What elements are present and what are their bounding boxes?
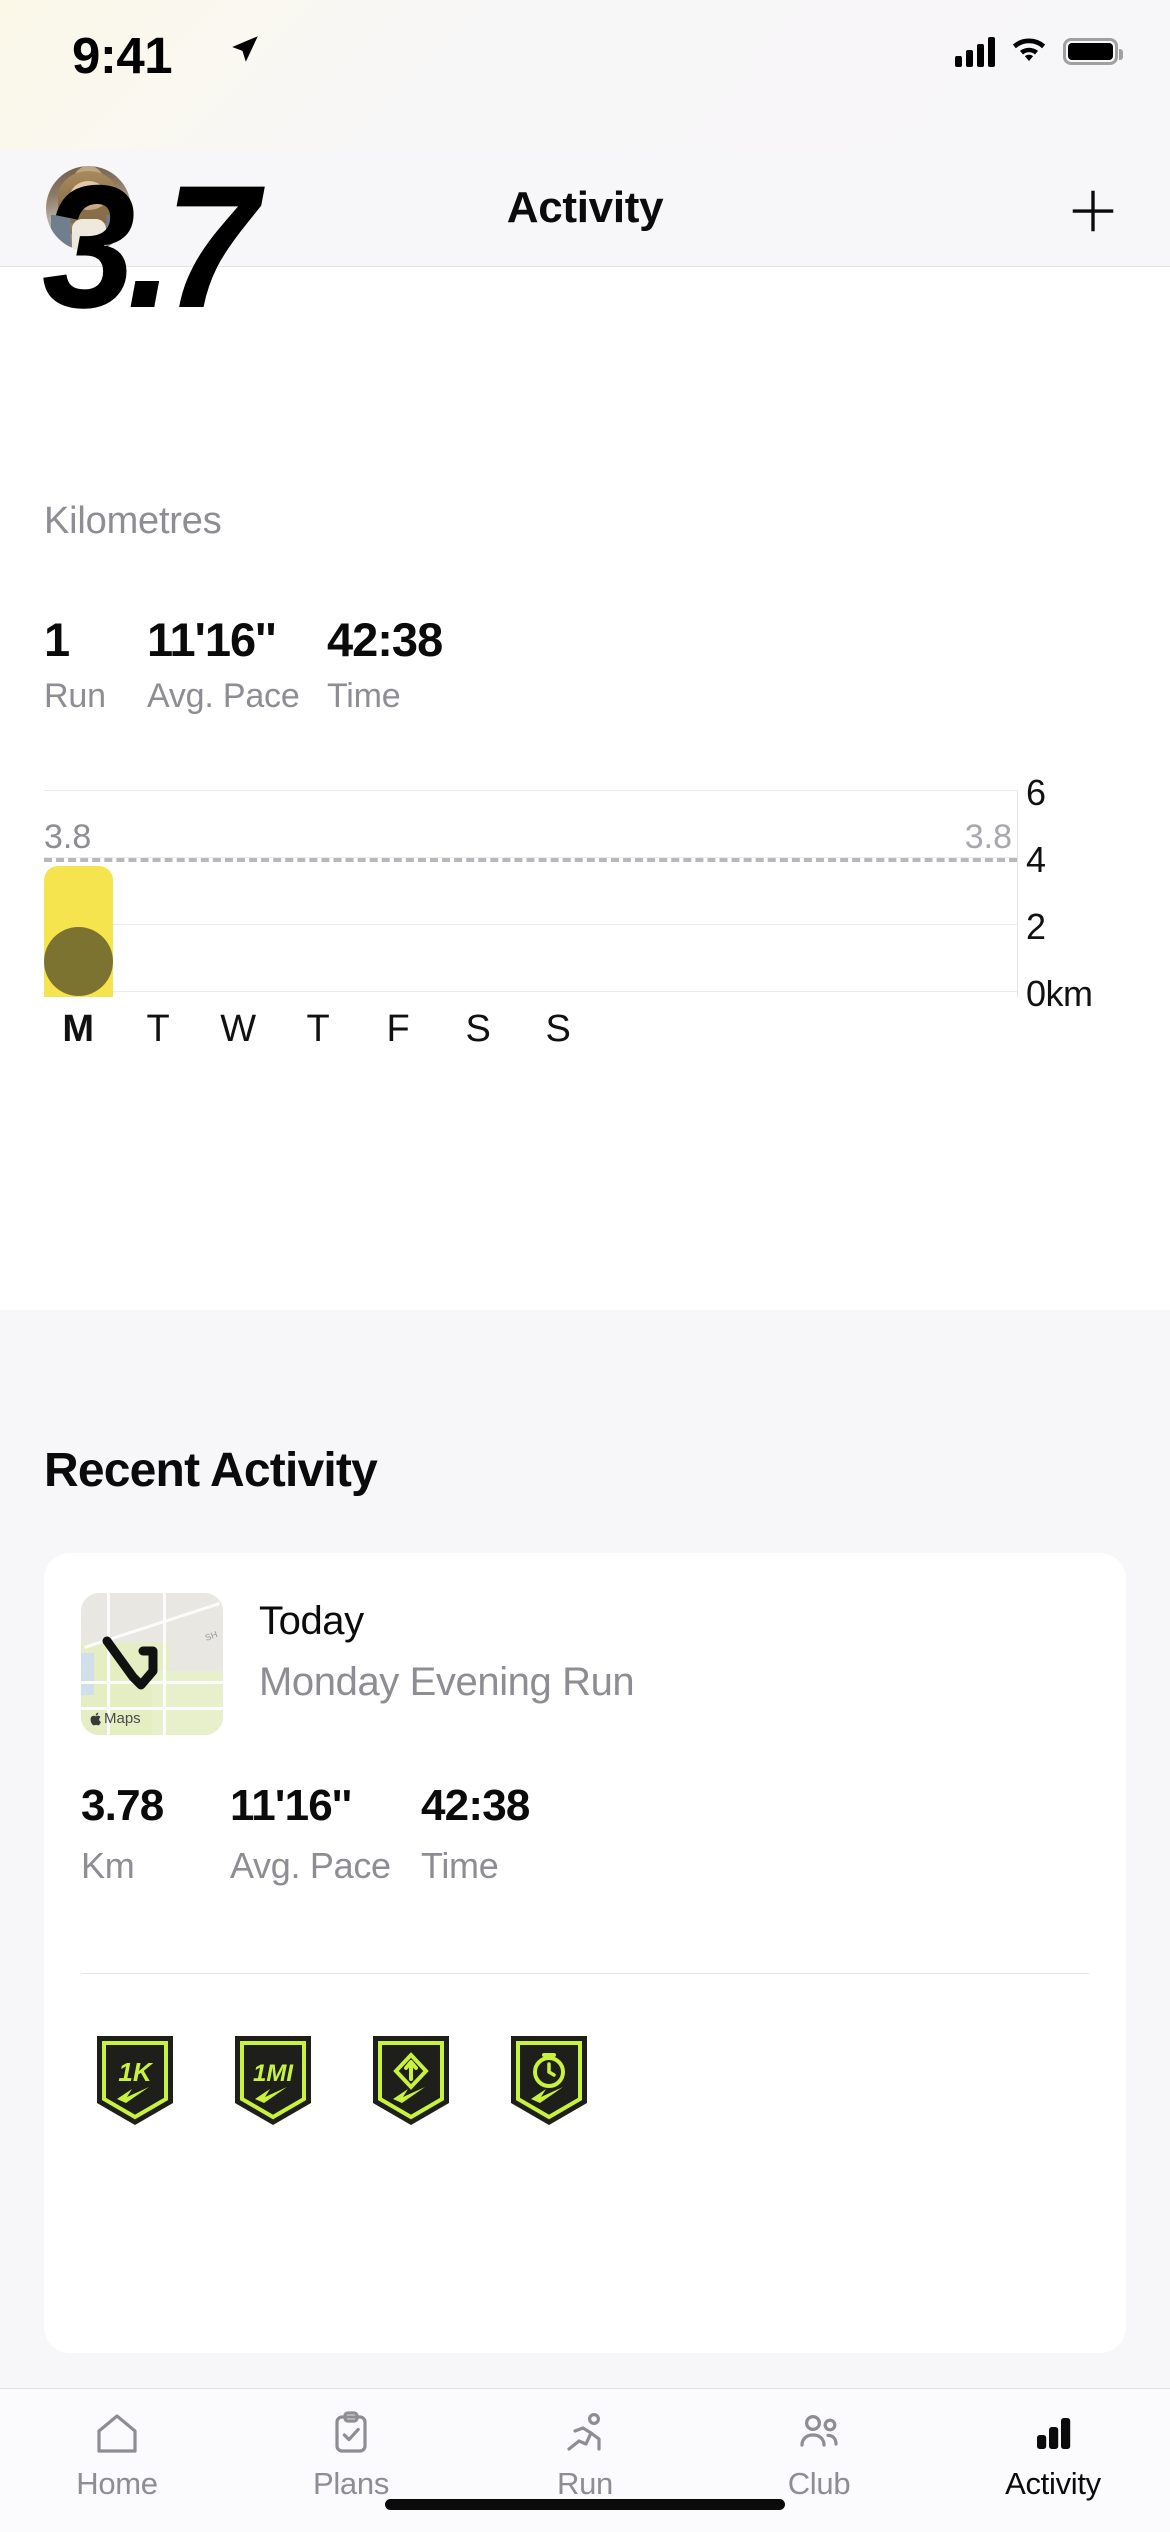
summary-stat-value: 42:38	[327, 613, 443, 666]
people-icon	[800, 2414, 838, 2447]
chart-x-label-fri[interactable]: F	[358, 1008, 438, 1051]
activity-stat-time: 42:38 Time	[421, 1781, 621, 1887]
bar-chart-icon	[1037, 2418, 1071, 2449]
tab-label: Activity	[1005, 2466, 1101, 2501]
activity-stat-pace: 11'16'' Avg. Pace	[230, 1781, 421, 1887]
tab-plans[interactable]: Plans	[234, 2409, 468, 2502]
summary-stat-label: Run	[44, 677, 106, 716]
chart-y-tick: 2	[1026, 906, 1046, 947]
chart-x-label-sat[interactable]: S	[438, 1008, 518, 1051]
activity-stat-value: 3.78	[81, 1781, 164, 1830]
badge-fastest-distance[interactable]	[370, 2033, 452, 2128]
battery-full-icon	[1063, 38, 1123, 65]
chart-average-label-right: 3.8	[964, 818, 1012, 856]
clipboard-check-icon	[335, 2411, 367, 2453]
badge-label: 1MI	[253, 2060, 294, 2087]
section-title: Recent Activity	[44, 1444, 378, 1497]
status-bar-time: 9:41	[72, 27, 173, 84]
cellular-bars-icon	[955, 36, 995, 67]
activity-card-date: Today	[259, 1599, 364, 1643]
gridline	[44, 790, 1017, 791]
summary-stat-value: 11'16''	[147, 613, 277, 666]
summary-stat-label: Avg. Pace	[147, 677, 300, 716]
achievement-badges: 1K 1MI	[94, 2033, 590, 2128]
activity-stat-value: 42:38	[421, 1781, 530, 1830]
summary-stats: 1 Run 11'16'' Avg. Pace 42:38 Time	[44, 615, 527, 716]
summary-stat-pace: 11'16'' Avg. Pace	[147, 615, 327, 716]
tab-label: Home	[76, 2466, 158, 2501]
tab-activity[interactable]: Activity	[936, 2409, 1170, 2502]
activity-stat-label: Km	[81, 1845, 135, 1886]
recent-activity-section: Recent Activity SH Maps Today Monday Eve…	[0, 1310, 1170, 2390]
card-divider	[81, 1973, 1089, 1974]
badge-1mi[interactable]: 1MI	[232, 2033, 314, 2128]
chart-y-tick: 4	[1026, 839, 1046, 880]
tab-bar: Home Plans Run Club Activity	[0, 2388, 1170, 2532]
activity-card[interactable]: SH Maps Today Monday Evening Run 3.78 Km…	[44, 1553, 1126, 2353]
runner-icon	[567, 2412, 601, 2451]
maps-watermark-label: Maps	[104, 1710, 141, 1727]
chart-x-label-sun[interactable]: S	[518, 1008, 598, 1051]
badge-1k[interactable]: 1K	[94, 2033, 176, 2128]
chart-x-label-mon[interactable]: M	[38, 1008, 118, 1051]
chart-average-line	[44, 858, 1017, 862]
tab-home[interactable]: Home	[0, 2409, 234, 2502]
chart-average-label-left: 3.8	[44, 818, 92, 856]
gridline	[44, 991, 1017, 992]
chart-plot-area	[44, 790, 1017, 1010]
summary-stat-run: 1 Run	[44, 615, 147, 716]
wifi-icon	[1010, 34, 1048, 69]
gridline	[44, 924, 1017, 925]
total-distance-unit: Kilometres	[44, 500, 222, 542]
app-screen: 9:41 Activity 3.7 Kilometres 1 Run 11'16…	[0, 0, 1170, 2532]
tab-run[interactable]: Run	[468, 2409, 702, 2502]
summary-stat-time: 42:38 Time	[327, 615, 527, 716]
activity-stat-distance: 3.78 Km	[81, 1781, 230, 1887]
maps-watermark: Maps	[90, 1710, 141, 1727]
chart-y-axis-line	[1017, 790, 1018, 997]
status-bar: 9:41	[0, 0, 1170, 150]
add-activity-button[interactable]	[1066, 184, 1120, 238]
activity-card-title: Monday Evening Run	[259, 1660, 635, 1704]
total-distance-value: 3.7	[42, 150, 258, 345]
chart-y-tick: 6	[1026, 772, 1046, 813]
badge-label: 1K	[118, 2057, 153, 2087]
tab-label: Plans	[312, 2466, 390, 2501]
home-indicator	[385, 2499, 785, 2510]
chart-bar-marker	[44, 927, 113, 996]
tab-label: Run	[557, 2466, 613, 2501]
activity-card-stats: 3.78 Km 11'16'' Avg. Pace 42:38 Time	[81, 1781, 621, 1887]
tab-club[interactable]: Club	[702, 2409, 936, 2502]
chart-x-label-wed[interactable]: W	[198, 1008, 278, 1051]
summary-stat-value: 1	[44, 613, 70, 666]
home-icon	[97, 2414, 137, 2453]
location-arrow-icon	[228, 32, 262, 71]
chart-x-label-tue[interactable]: T	[118, 1008, 198, 1051]
tab-label: Club	[787, 2466, 851, 2501]
chart-x-label-thu[interactable]: T	[278, 1008, 358, 1051]
badge-fastest-time[interactable]	[508, 2033, 590, 2128]
route-map-thumbnail[interactable]: SH Maps	[81, 1593, 223, 1735]
activity-stat-value: 11'16''	[230, 1781, 352, 1830]
activity-stat-label: Avg. Pace	[230, 1845, 391, 1886]
chart-x-axis-labels: M T W T F S S	[0, 1008, 1170, 1068]
activity-stat-label: Time	[421, 1845, 499, 1886]
summary-stat-label: Time	[327, 677, 401, 716]
